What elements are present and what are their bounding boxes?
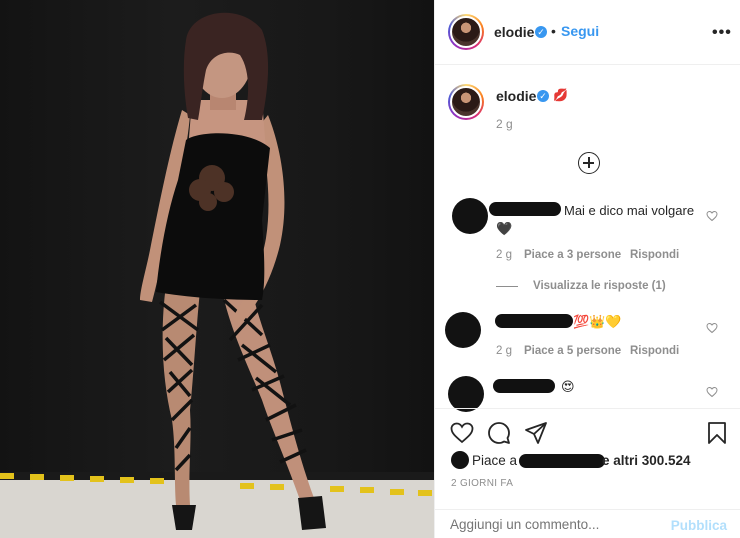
plus-circle-icon[interactable] bbox=[578, 152, 600, 174]
view-replies-line bbox=[496, 286, 518, 287]
left-shoe bbox=[172, 505, 196, 530]
post-photo[interactable] bbox=[0, 0, 434, 538]
follow-button[interactable]: Segui bbox=[561, 23, 599, 39]
bookmark-icon[interactable] bbox=[707, 421, 727, 445]
publish-button[interactable]: Pubblica bbox=[671, 518, 727, 533]
caption-time[interactable]: 2 g bbox=[496, 117, 513, 131]
comment-time[interactable]: 2 g bbox=[496, 249, 512, 261]
post-date[interactable]: 2 GIORNI FA bbox=[451, 478, 513, 489]
post-photo-illustration bbox=[0, 12, 434, 538]
redacted-username bbox=[495, 314, 573, 328]
comment-avatar[interactable] bbox=[452, 198, 488, 234]
comment-bubble-icon[interactable] bbox=[487, 421, 511, 445]
verified-badge-icon: ✓ bbox=[535, 26, 547, 38]
author-avatar[interactable] bbox=[448, 14, 484, 50]
comment-time[interactable]: 2 g bbox=[496, 345, 512, 357]
view-replies-button[interactable]: Visualizza le risposte (1) bbox=[533, 280, 666, 292]
more-options-icon[interactable]: ••• bbox=[712, 24, 732, 42]
post-detail-panel: elodie ✓ • Segui ••• elodie ✓ 💋 2 g Mai … bbox=[434, 0, 740, 538]
paper-plane-icon[interactable] bbox=[524, 421, 548, 445]
right-shoe bbox=[298, 496, 326, 530]
post-actions: Piace a e altri 300.524 2 GIORNI FA Pubb… bbox=[435, 408, 740, 538]
redacted-username bbox=[493, 379, 555, 393]
comment-text: Mai e dico mai volgare 🖤 bbox=[496, 203, 695, 236]
caption-text: 💋 bbox=[553, 88, 568, 102]
comment-like-heart-icon[interactable] bbox=[706, 322, 718, 334]
post-header: elodie ✓ • Segui ••• bbox=[435, 0, 740, 65]
reply-button[interactable]: Rispondi bbox=[630, 345, 679, 357]
comment-likes[interactable]: Piace a 3 persone bbox=[524, 249, 621, 261]
caption-verified-badge-icon: ✓ bbox=[537, 90, 549, 102]
heart-icon[interactable] bbox=[450, 422, 474, 444]
author-username[interactable]: elodie bbox=[494, 24, 534, 40]
redacted-liker bbox=[519, 454, 605, 468]
likes-prefix: Piace a bbox=[472, 453, 518, 468]
caption-avatar[interactable] bbox=[448, 84, 484, 120]
comment-like-heart-icon[interactable] bbox=[706, 210, 718, 222]
comment-avatar[interactable] bbox=[448, 376, 484, 412]
likes-count[interactable]: e altri 300.524 bbox=[602, 453, 691, 468]
liker-avatar[interactable] bbox=[451, 451, 469, 469]
comment-likes[interactable]: Piace a 5 persone bbox=[524, 345, 621, 357]
comment-avatar[interactable] bbox=[445, 312, 481, 348]
comment-text: 💯👑💛 bbox=[573, 314, 622, 329]
caption-username[interactable]: elodie bbox=[496, 88, 536, 104]
reply-button[interactable]: Rispondi bbox=[630, 249, 679, 261]
comment-text: 😍 bbox=[561, 379, 575, 394]
comment-like-heart-icon[interactable] bbox=[706, 386, 718, 398]
comment-input[interactable] bbox=[450, 517, 650, 532]
add-comment-bar: Pubblica bbox=[435, 509, 740, 538]
header-separator: • bbox=[551, 23, 556, 39]
